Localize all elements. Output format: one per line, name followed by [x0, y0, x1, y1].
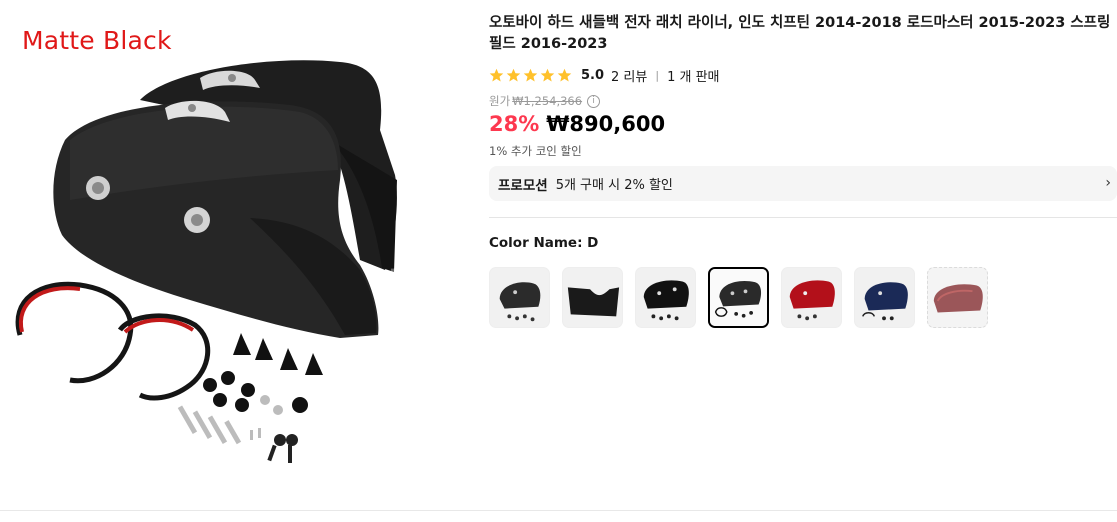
color-swatch[interactable] — [562, 267, 623, 328]
divider — [0, 510, 1117, 511]
star-icon — [506, 68, 521, 82]
color-swatch[interactable] — [781, 267, 842, 328]
promotion-text: 5개 구매 시 2% 할인 — [555, 178, 673, 193]
promotion-tag: 프로모션 — [498, 177, 548, 194]
variant-label: Color Name: D — [489, 235, 599, 251]
color-swatch-unavailable[interactable] — [927, 267, 988, 328]
color-swatch[interactable] — [854, 267, 915, 328]
image-watermark: J — [393, 228, 405, 274]
product-title: 오토바이 하드 새들백 전자 래치 라이너, 인도 치프틴 2014-2018 … — [489, 15, 1111, 52]
divider — [489, 217, 1117, 218]
swatch-thumbnail — [789, 280, 835, 321]
color-swatches — [489, 267, 988, 328]
swatch-thumbnail — [643, 280, 689, 321]
product-image-gallery[interactable]: Matte Black J — [0, 0, 480, 510]
color-swatch[interactable] — [635, 267, 696, 328]
price-row: 28% ₩890,600 — [489, 112, 665, 136]
color-swatch[interactable] — [489, 267, 550, 328]
sale-price: ₩890,600 — [546, 112, 666, 136]
color-swatch-selected[interactable] — [708, 267, 769, 328]
separator: | — [655, 69, 660, 82]
swatch-thumbnail — [567, 287, 620, 317]
star-icon — [523, 68, 538, 82]
discount-percent: 28% — [489, 112, 540, 136]
original-price: ₩1,254,366 — [512, 94, 583, 108]
swatch-thumbnail — [710, 269, 767, 326]
rating-row[interactable]: 5.0 2 리뷰 | 1 개 판매 — [489, 66, 720, 85]
rating-value: 5.0 — [581, 68, 605, 83]
star-icon — [489, 68, 504, 82]
star-icon — [540, 68, 555, 82]
image-overlay-text: Matte Black — [22, 26, 172, 55]
swatch-thumbnail — [499, 282, 541, 322]
product-image — [15, 60, 397, 463]
review-count[interactable]: 2 리뷰 — [611, 66, 647, 85]
swatch-thumbnail — [862, 282, 908, 321]
swatch-thumbnail — [933, 284, 983, 313]
star-icon — [557, 68, 572, 82]
original-price-row: 원가 ₩1,254,366 i — [489, 93, 601, 109]
star-rating — [489, 68, 572, 83]
sold-count: 1 개 판매 — [667, 70, 720, 85]
promotion-banner[interactable]: 프로모션 5개 구매 시 2% 할인 › — [489, 166, 1117, 201]
info-icon[interactable]: i — [587, 94, 601, 108]
coin-discount: 1% 추가 코인 할인 — [489, 144, 582, 158]
chevron-right-icon: › — [1105, 175, 1111, 191]
original-price-label: 원가 — [489, 94, 511, 108]
